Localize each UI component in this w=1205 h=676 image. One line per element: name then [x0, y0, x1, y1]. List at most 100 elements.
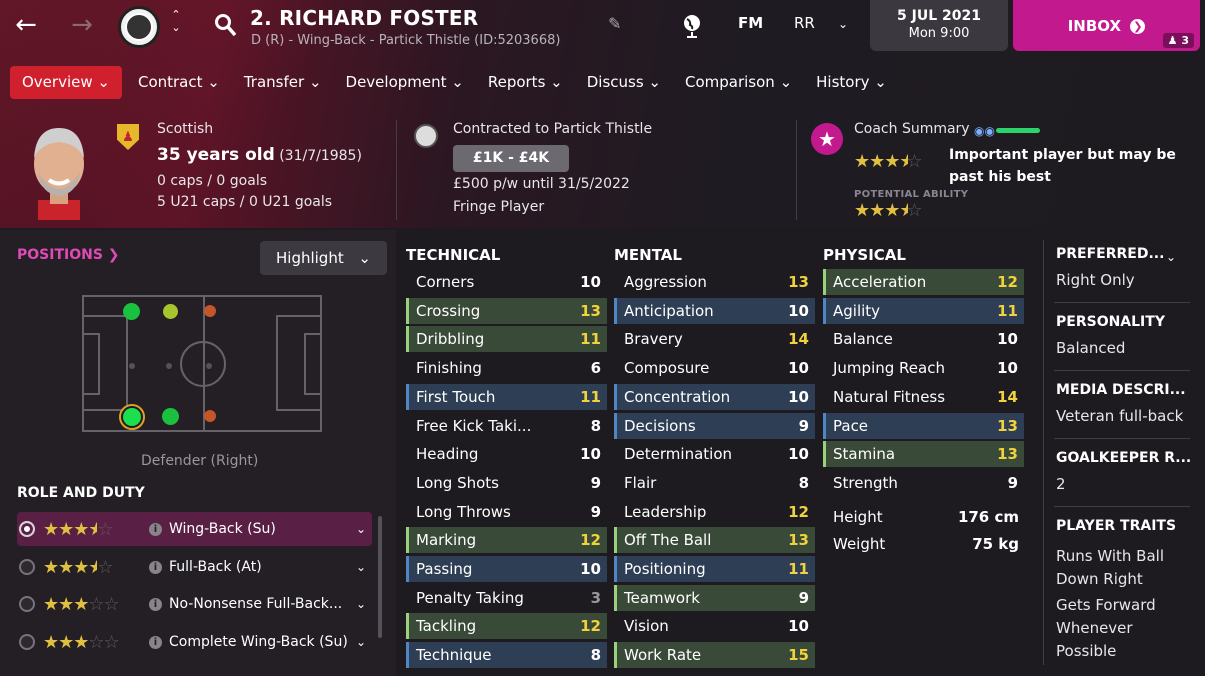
fm-logo[interactable]: FM [738, 14, 763, 32]
role-radio[interactable] [19, 521, 35, 537]
attribute-name: Agility [833, 301, 881, 320]
player-switch-arrows-icon[interactable]: ⌃ ⌄ [168, 8, 184, 34]
position-dot-amr[interactable] [204, 305, 216, 317]
divider [796, 120, 797, 220]
physical-attribute-row[interactable]: Natural Fitness 14 [823, 384, 1024, 410]
club-crest-icon[interactable] [118, 6, 160, 48]
technical-attribute-row[interactable]: Crossing 13 [406, 297, 607, 324]
technical-attribute-row[interactable]: First Touch 11 [406, 383, 607, 410]
chevron-down-icon[interactable]: ⌄ [356, 522, 366, 536]
technical-attribute-row[interactable]: Dribbling 11 [406, 326, 607, 353]
role-row[interactable]: ★★★★☆ i Full-Back (At) ⌄ [17, 550, 372, 584]
mental-attribute-row[interactable]: Vision 10 [614, 613, 815, 639]
technical-attribute-row[interactable]: Corners 10 [406, 269, 607, 295]
value-range-badge[interactable]: £1K - £4K [453, 145, 569, 172]
chevron-down-icon[interactable]: ⌄ [356, 560, 366, 574]
technical-attribute-row[interactable]: Long Shots 9 [406, 470, 607, 496]
tab-discuss[interactable]: Discuss ⌄ [575, 66, 673, 99]
technical-attribute-row[interactable]: Technique 8 [406, 642, 607, 669]
role-radio[interactable] [19, 596, 35, 612]
technical-attribute-row[interactable]: Free Kick Taki... 8 [406, 413, 607, 439]
forward-arrow-icon[interactable]: → [66, 10, 98, 42]
physical-attribute-row[interactable]: Agility 11 [823, 297, 1024, 324]
physical-attribute-row[interactable]: Strength 9 [823, 470, 1024, 496]
technical-attribute-row[interactable]: Tackling 12 [406, 613, 607, 640]
edit-pencil-icon[interactable]: ✎ [608, 14, 621, 33]
technical-attribute-row[interactable]: Passing 10 [406, 556, 607, 582]
attribute-value: 9 [798, 588, 809, 607]
date-panel[interactable]: 5 JUL 2021 Mon 9:00 [870, 0, 1008, 51]
technical-attribute-row[interactable]: Marking 12 [406, 527, 607, 554]
tab-contract[interactable]: Contract ⌄ [126, 66, 232, 99]
chevron-down-icon[interactable]: ⌄ [356, 635, 366, 649]
mental-attribute-row[interactable]: Off The Ball 13 [614, 527, 815, 554]
mental-attribute-row[interactable]: Leadership 12 [614, 499, 815, 525]
position-dot-dr[interactable] [123, 408, 141, 426]
mental-attribute-row[interactable]: Teamwork 9 [614, 584, 815, 611]
role-row[interactable]: ★★★☆☆ i Complete Wing-Back (Su) ⌄ [17, 625, 372, 659]
player-subtitle: D (R) - Wing-Back - Partick Thistle (ID:… [251, 33, 561, 48]
position-dot [166, 363, 172, 369]
user-initials[interactable]: RR [794, 14, 815, 32]
inbox-label: INBOX [1067, 17, 1122, 35]
mental-attribute-row[interactable]: Determination 10 [614, 441, 815, 467]
physical-attribute-row[interactable]: Acceleration 12 [823, 269, 1024, 295]
mental-attribute-row[interactable]: Work Rate 15 [614, 642, 815, 669]
attribute-value: 14 [788, 330, 809, 349]
technical-attribute-row[interactable]: Finishing 6 [406, 355, 607, 381]
highlight-dropdown[interactable]: Highlight ⌄ [260, 241, 387, 275]
chevron-down-icon[interactable]: ⌄ [1166, 250, 1176, 264]
attribute-name: Strength [833, 473, 898, 492]
technical-attribute-row[interactable]: Long Throws 9 [406, 499, 607, 525]
position-dot-wbr[interactable] [123, 303, 140, 320]
physical-attribute-row[interactable]: Jumping Reach 10 [823, 355, 1024, 381]
physical-attribute-row[interactable]: Stamina 13 [823, 441, 1024, 468]
position-dot-amr-low[interactable] [204, 410, 216, 422]
position-dot-mr[interactable] [163, 304, 178, 319]
personality: Balanced [1056, 339, 1126, 357]
info-icon[interactable]: i [149, 635, 162, 649]
physical-attribute-row[interactable]: Pace 13 [823, 412, 1024, 439]
technical-attribute-row[interactable]: Heading 10 [406, 441, 607, 467]
tab-history[interactable]: History ⌄ [804, 66, 899, 99]
role-name: Complete Wing-Back (Su) [169, 634, 348, 650]
search-icon[interactable] [214, 12, 238, 38]
role-row[interactable]: ★★★☆☆ i No-Nonsense Full-Back... ⌄ [17, 587, 372, 621]
mental-attribute-row[interactable]: Positioning 11 [614, 556, 815, 582]
positions-link[interactable]: POSITIONS ❯ [17, 247, 120, 263]
attribute-name: Leadership [624, 502, 707, 521]
inbox-button[interactable]: INBOX ❯ ♟ 3 [1013, 0, 1200, 51]
tab-transfer[interactable]: Transfer ⌄ [232, 66, 334, 99]
technical-attribute-row[interactable]: Penalty Taking 3 [406, 585, 607, 611]
position-dot-dmr[interactable] [162, 408, 179, 425]
world-globe-icon[interactable] [681, 13, 703, 39]
mental-attribute-row[interactable]: Flair 8 [614, 470, 815, 496]
mental-attribute-row[interactable]: Bravery 14 [614, 326, 815, 352]
mental-attribute-row[interactable]: Composure 10 [614, 355, 815, 381]
tab-comparison[interactable]: Comparison ⌄ [673, 66, 804, 99]
chevron-down-icon[interactable]: ⌄ [356, 597, 366, 611]
mental-attribute-row[interactable]: Anticipation 10 [614, 297, 815, 324]
tab-overview[interactable]: Overview ⌄ [10, 66, 122, 99]
user-menu-chevron-icon[interactable]: ⌄ [838, 17, 848, 31]
tab-development[interactable]: Development ⌄ [334, 66, 476, 99]
back-arrow-icon[interactable]: ← [10, 10, 42, 42]
current-ability-stars: ★★★★☆ [854, 151, 923, 172]
info-icon[interactable]: i [149, 560, 162, 574]
mental-attribute-row[interactable]: Decisions 9 [614, 412, 815, 439]
mental-attribute-row[interactable]: Concentration 10 [614, 383, 815, 410]
attribute-value: 9 [798, 416, 809, 435]
chevron-down-icon: ⌄ [358, 249, 371, 267]
role-radio[interactable] [19, 559, 35, 575]
tab-reports[interactable]: Reports ⌄ [476, 66, 575, 99]
club-badge-icon[interactable] [414, 124, 438, 148]
potential-ability-label: POTENTIAL ABILITY [854, 189, 969, 200]
info-icon[interactable]: i [149, 597, 162, 611]
info-icon[interactable]: i [149, 522, 162, 536]
scrollbar[interactable] [378, 516, 382, 638]
physical-attribute-row[interactable]: Balance 10 [823, 326, 1024, 352]
role-row[interactable]: ★★★★☆ i Wing-Back (Su) ⌄ [17, 512, 372, 546]
attribute-name: Decisions [624, 416, 696, 435]
role-radio[interactable] [19, 634, 35, 650]
mental-attribute-row[interactable]: Aggression 13 [614, 269, 815, 295]
